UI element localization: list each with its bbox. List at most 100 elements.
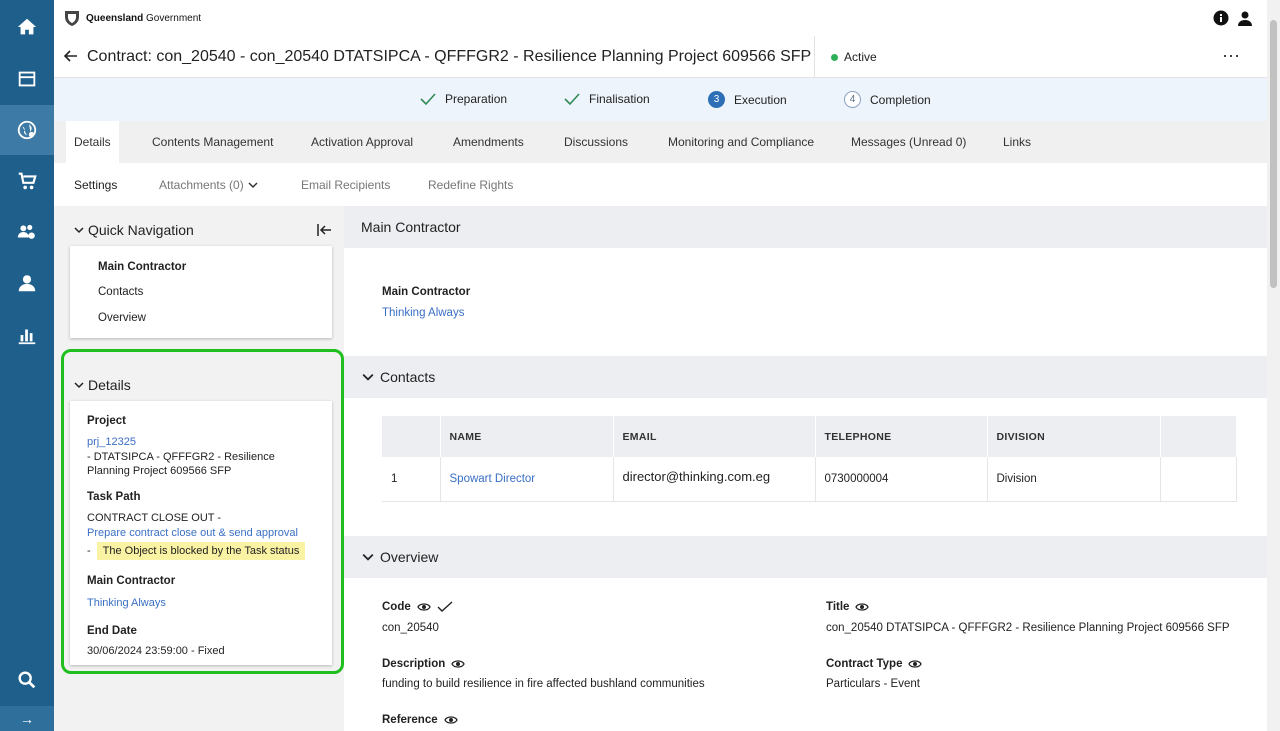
- table-header-row: NAME EMAIL TELEPHONE DIVISION: [382, 416, 1237, 457]
- main-contractor-field-link[interactable]: Thinking Always: [382, 307, 464, 319]
- warning-dash: -: [87, 545, 91, 557]
- column-header-name[interactable]: NAME: [440, 416, 614, 457]
- more-options-icon[interactable]: ⋯: [1222, 46, 1241, 67]
- description-field-label: Description: [382, 658, 465, 670]
- subtab-email-recipients[interactable]: Email Recipients: [301, 178, 390, 192]
- check-icon: [564, 93, 580, 106]
- workflow-stepper: Preparation Finalisation 3 Execution 4 C…: [54, 78, 1267, 121]
- eye-icon[interactable]: [855, 602, 870, 612]
- account-icon[interactable]: [1237, 10, 1253, 26]
- collapse-panel-icon[interactable]: [316, 222, 332, 238]
- blocked-warning: - The Object is blocked by the Task stat…: [87, 542, 306, 560]
- check-icon: [420, 93, 436, 106]
- tab-discussions[interactable]: Discussions: [556, 121, 636, 163]
- section-title: Main Contractor: [361, 219, 461, 235]
- subtab-redefine-rights[interactable]: Redefine Rights: [428, 178, 513, 192]
- overview-section-header[interactable]: Overview: [344, 536, 1267, 578]
- step-completion[interactable]: 4 Completion: [844, 91, 931, 108]
- search-icon[interactable]: [0, 655, 54, 705]
- tab-details[interactable]: Details: [66, 121, 119, 163]
- contacts-table: NAME EMAIL TELEPHONE DIVISION 1 Spowart …: [382, 416, 1237, 502]
- quick-nav-main-contractor[interactable]: Main Contractor: [98, 261, 186, 273]
- top-bar: Queensland Government: [54, 0, 1267, 36]
- page-header: Contract: con_20540 - con_20540 DTATSIPC…: [54, 36, 1267, 78]
- bar-chart-icon[interactable]: [0, 310, 54, 360]
- main-content: Main Contractor Main Contractor Thinking…: [344, 206, 1267, 731]
- tab-contents-management[interactable]: Contents Management: [144, 121, 281, 163]
- status-dot-icon: [831, 53, 838, 61]
- eye-icon[interactable]: [451, 659, 465, 669]
- column-header-telephone[interactable]: TELEPHONE: [815, 416, 988, 457]
- dashboard-icon[interactable]: [0, 54, 54, 104]
- home-icon[interactable]: [0, 2, 54, 52]
- tab-messages[interactable]: Messages (Unread 0): [843, 121, 974, 163]
- project-link[interactable]: prj_12325: [87, 435, 319, 449]
- check-icon: [437, 601, 453, 612]
- contacts-section-header[interactable]: Contacts: [344, 356, 1267, 398]
- column-header-actions: [1160, 416, 1237, 457]
- users-settings-icon[interactable]: [0, 207, 54, 257]
- chevron-down-icon: [74, 227, 84, 234]
- tab-activation-approval[interactable]: Activation Approval: [303, 121, 421, 163]
- page-scrollbar[interactable]: [1267, 0, 1280, 731]
- title-value: con_20540 DTATSIPCA - QFFFGR2 - Resilien…: [826, 622, 1230, 634]
- column-header-index: [382, 416, 441, 457]
- brand-name-bold: Queensland: [86, 12, 144, 24]
- eye-icon[interactable]: [908, 659, 923, 669]
- details-title: Details: [88, 377, 131, 393]
- contact-telephone: 0730000004: [815, 457, 988, 502]
- chevron-down-icon: [74, 382, 84, 389]
- row-index: 1: [382, 457, 441, 502]
- chevron-down-icon: [362, 553, 374, 561]
- main-contractor-section-header: Main Contractor: [344, 206, 1267, 248]
- tab-monitoring-compliance[interactable]: Monitoring and Compliance: [660, 121, 822, 163]
- back-arrow-icon[interactable]: [62, 48, 78, 64]
- contact-name-link[interactable]: Spowart Director: [440, 457, 614, 502]
- step-number: 4: [844, 91, 861, 108]
- expand-rail-button[interactable]: →: [0, 706, 54, 731]
- tab-amendments[interactable]: Amendments: [445, 121, 532, 163]
- quick-nav-overview[interactable]: Overview: [98, 312, 146, 324]
- scrollbar-thumb[interactable]: [1270, 20, 1277, 288]
- subtab-attachments[interactable]: Attachments (0): [159, 178, 258, 192]
- details-section-header[interactable]: Details: [74, 377, 131, 393]
- info-icon[interactable]: [1213, 10, 1229, 26]
- subtab-settings[interactable]: Settings: [74, 178, 117, 192]
- contract-type-label-text: Contract Type: [826, 658, 903, 670]
- status-badge: Active: [831, 50, 877, 64]
- step-label: Execution: [734, 92, 787, 107]
- tab-links[interactable]: Links: [995, 121, 1039, 163]
- crest-icon: [65, 11, 79, 26]
- quick-navigation-header[interactable]: Quick Navigation: [74, 222, 194, 238]
- main-tabs: Details Contents Management Activation A…: [54, 121, 1267, 163]
- step-label: Finalisation: [589, 92, 650, 106]
- left-rail: →: [0, 0, 54, 731]
- task-path-link[interactable]: Prepare contract close out & send approv…: [87, 526, 319, 540]
- column-header-division[interactable]: DIVISION: [987, 416, 1161, 457]
- main-contractor-link[interactable]: Thinking Always: [87, 596, 319, 610]
- column-header-email[interactable]: EMAIL: [613, 416, 816, 457]
- table-row: 1 Spowart Director director@thinking.com…: [382, 457, 1237, 502]
- contract-type-field-label: Contract Type: [826, 658, 923, 670]
- quick-nav-contacts[interactable]: Contacts: [98, 286, 143, 298]
- globe-network-icon[interactable]: [0, 105, 54, 155]
- contact-division: Division: [987, 457, 1161, 502]
- user-icon[interactable]: [0, 258, 54, 308]
- main-contractor-label: Main Contractor: [87, 575, 176, 587]
- step-finalisation[interactable]: Finalisation: [564, 91, 650, 107]
- step-execution[interactable]: 3 Execution: [708, 91, 787, 108]
- code-field-label: Code: [382, 601, 453, 613]
- cart-icon[interactable]: [0, 156, 54, 206]
- step-preparation[interactable]: Preparation: [420, 91, 507, 107]
- warning-badge: The Object is blocked by the Task status: [96, 542, 306, 560]
- row-actions: [1160, 457, 1237, 502]
- quick-navigation-card: Main Contractor Contacts Overview: [70, 246, 332, 338]
- contact-email: director@thinking.com.eg: [613, 457, 816, 502]
- brand-name-rest: Government: [143, 12, 202, 24]
- contract-type-value: Particulars - Event: [826, 678, 920, 690]
- eye-icon[interactable]: [417, 602, 431, 612]
- end-date-label: End Date: [87, 625, 137, 637]
- step-label: Preparation: [445, 92, 508, 106]
- eye-icon[interactable]: [443, 715, 458, 725]
- step-label: Completion: [870, 92, 931, 107]
